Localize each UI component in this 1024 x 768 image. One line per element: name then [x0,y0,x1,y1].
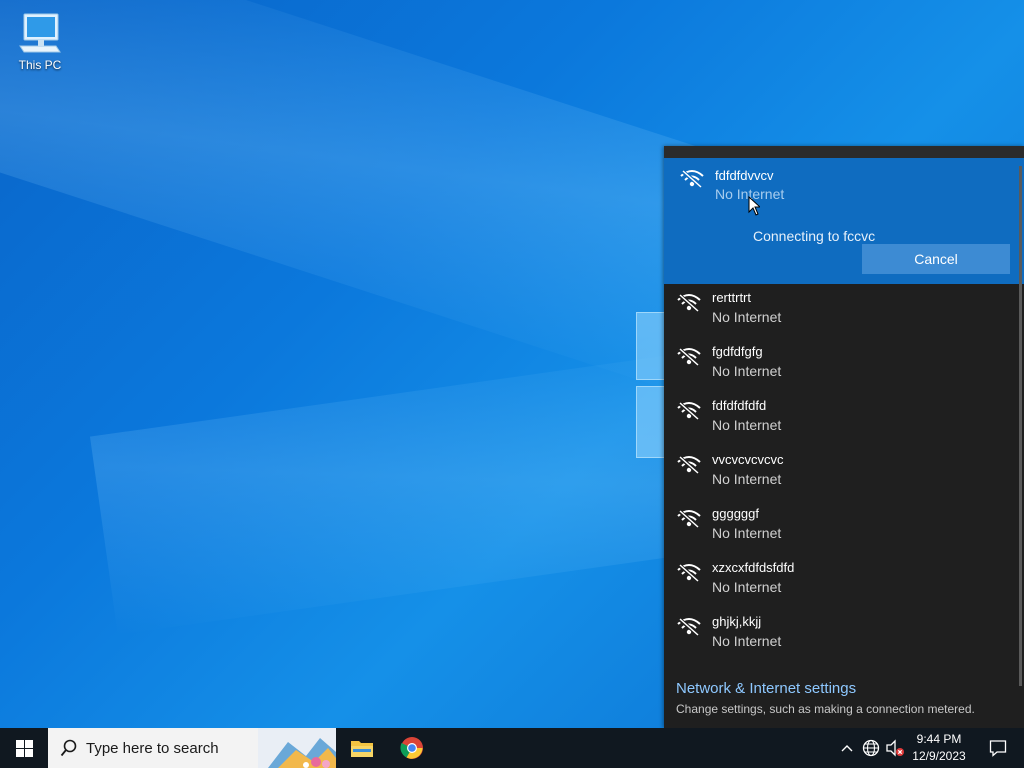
network-name: rerttrtrt [712,290,751,305]
flyout-top-strip [664,146,1024,158]
volume-tray-button[interactable] [884,728,906,768]
wifi-no-internet-icon [677,401,701,421]
wifi-no-internet-icon [677,617,701,637]
network-list-item[interactable]: xzxcxfdfdsfdfd No Internet [664,554,1024,608]
search-highlight-illustration [258,728,336,768]
windows-icon [15,739,33,757]
network-settings-link[interactable]: Network & Internet settings [676,680,856,697]
network-list-item[interactable]: vvcvcvcvcvc No Internet [664,446,1024,500]
notification-icon [989,740,1007,757]
speaker-muted-icon [886,739,904,757]
network-tray-button[interactable] [860,728,882,768]
taskbar-app-file-explorer[interactable] [338,728,386,768]
network-name: fdfdfdfdfd [712,398,767,413]
start-button[interactable] [0,728,48,768]
clock-date: 12/9/2023 [912,749,966,763]
taskbar: Type here to search 9:44 PM 12/9/2023 [0,728,1024,768]
chrome-icon [400,737,423,759]
taskbar-clock[interactable]: 9:44 PM 12/9/2023 [908,731,970,765]
desktop-icon-this-pc[interactable]: This PC [12,8,68,72]
network-name: vvcvcvcvcvc [712,452,784,467]
network-status: No Internet [712,579,782,595]
network-list-item[interactable]: ghjkj,kkjj No Internet [664,608,1024,662]
active-network-item[interactable]: fdfdfdvvcv No Internet Connecting to fcc… [664,158,1024,284]
search-icon [60,739,77,757]
network-name: fgdfdfgfg [712,344,763,359]
globe-icon [862,739,880,757]
network-status: No Internet [712,363,782,379]
network-status: No Internet [712,525,782,541]
action-center-button[interactable] [976,728,1020,768]
network-status: No Internet [712,471,782,487]
clock-time: 9:44 PM [916,732,962,746]
network-flyout: fdfdfdvvcv No Internet Connecting to fcc… [664,146,1024,728]
network-name: xzxcxfdfdsfdfd [712,560,795,575]
search-placeholder: Type here to search [86,739,219,757]
network-status: No Internet [712,633,782,649]
taskbar-search-box[interactable]: Type here to search [48,728,336,768]
network-list-item[interactable]: ggggggf No Internet [664,500,1024,554]
wifi-no-internet-icon [677,509,701,529]
network-status: No Internet [712,309,782,325]
wifi-no-internet-icon [677,455,701,475]
cancel-button[interactable]: Cancel [862,244,1010,274]
chevron-up-icon [841,745,853,752]
network-name: ghjkj,kkjj [712,614,762,629]
connecting-status: Connecting to fccvc [753,228,876,244]
network-name: ggggggf [712,506,759,521]
network-list-item[interactable]: rerttrtrt No Internet [664,284,1024,338]
wifi-no-internet-icon [680,169,704,189]
wifi-no-internet-icon [677,347,701,367]
computer-icon [19,13,61,53]
active-network-name: fdfdfdvvcv [715,168,774,183]
flyout-scrollbar[interactable] [1019,166,1022,686]
network-list-item[interactable]: fgdfdfgfg No Internet [664,338,1024,392]
desktop-icon-label: This PC [18,58,62,72]
network-settings-description: Change settings, such as making a connec… [676,702,975,716]
show-hidden-icons-button[interactable] [838,728,856,768]
wifi-no-internet-icon [677,563,701,583]
mouse-cursor-icon [748,196,760,216]
network-list-item[interactable]: fdfdfdfdfd No Internet [664,392,1024,446]
taskbar-app-chrome[interactable] [388,728,436,768]
folder-icon [351,741,373,757]
wifi-no-internet-icon [677,293,701,313]
network-status: No Internet [712,417,782,433]
